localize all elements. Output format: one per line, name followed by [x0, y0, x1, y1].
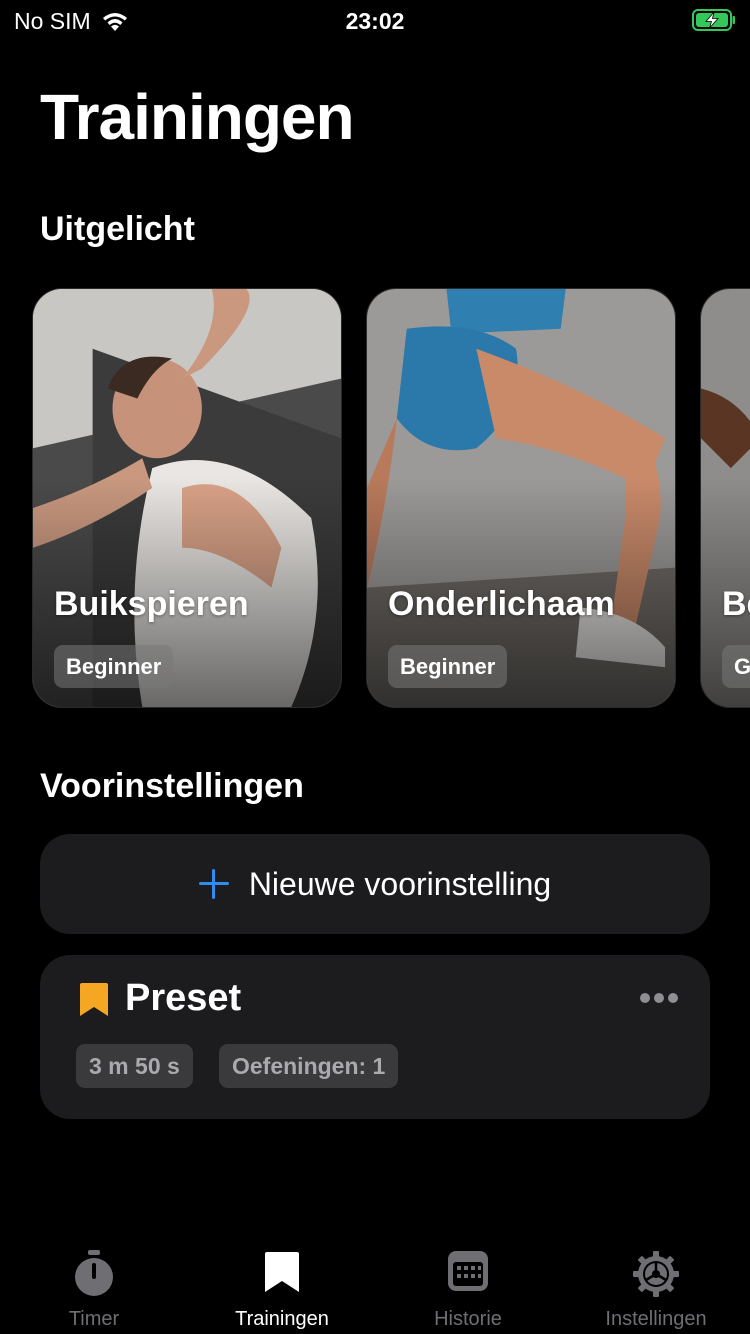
more-options-icon[interactable]	[640, 993, 678, 1003]
gear-icon	[633, 1251, 679, 1297]
new-preset-button[interactable]: Nieuwe voorinstelling	[40, 834, 710, 934]
featured-section-title: Uitgelicht	[40, 210, 195, 248]
card-title: Buikspieren	[54, 585, 249, 623]
screen: No SIM 23:02 Trainingen Uitgelicht Buiks…	[0, 0, 750, 1334]
tab-bar: Timer Trainingen Historie Instellingen	[0, 1240, 750, 1334]
card-title: Onderlichaam	[388, 585, 615, 623]
tab-label: Instellingen	[605, 1308, 707, 1330]
tab-historie[interactable]: Historie	[374, 1240, 562, 1334]
duration-tag: 3 m 50 s	[76, 1044, 193, 1088]
tab-timer[interactable]: Timer	[0, 1240, 188, 1334]
preset-card[interactable]: Preset 3 m 50 s Oefeningen: 1	[40, 955, 710, 1119]
status-bar: No SIM 23:02	[0, 0, 750, 40]
tab-label: Trainingen	[235, 1308, 329, 1330]
featured-carousel[interactable]: Buikspieren Beginner Onderlichaam Beginn…	[0, 288, 750, 708]
battery-charging-icon	[692, 9, 735, 31]
tab-instellingen[interactable]: Instellingen	[562, 1240, 750, 1334]
presets-section-title: Voorinstellingen	[40, 767, 304, 805]
tab-label: Historie	[434, 1308, 502, 1330]
card-title: Be	[722, 585, 750, 623]
level-badge: Beginner	[54, 645, 174, 688]
exercise-count-tag: Oefeningen: 1	[219, 1044, 399, 1088]
featured-card-partial[interactable]: Be G	[700, 288, 750, 708]
featured-card-onderlichaam[interactable]: Onderlichaam Beginner	[366, 288, 676, 708]
stopwatch-icon	[75, 1250, 113, 1296]
calendar-icon	[448, 1251, 488, 1291]
plus-icon	[198, 869, 229, 899]
tab-trainingen[interactable]: Trainingen	[188, 1240, 376, 1334]
status-time: 23:02	[345, 8, 405, 34]
page-title: Trainingen	[40, 81, 355, 153]
bookmark-icon	[265, 1252, 299, 1292]
featured-card-buikspieren[interactable]: Buikspieren Beginner	[32, 288, 342, 708]
preset-name: Preset	[125, 977, 242, 1019]
bookmark-icon	[80, 983, 108, 1016]
level-badge: G	[722, 645, 750, 688]
new-preset-label: Nieuwe voorinstelling	[248, 865, 552, 902]
tab-label: Timer	[68, 1308, 120, 1330]
level-badge: Beginner	[388, 645, 508, 688]
